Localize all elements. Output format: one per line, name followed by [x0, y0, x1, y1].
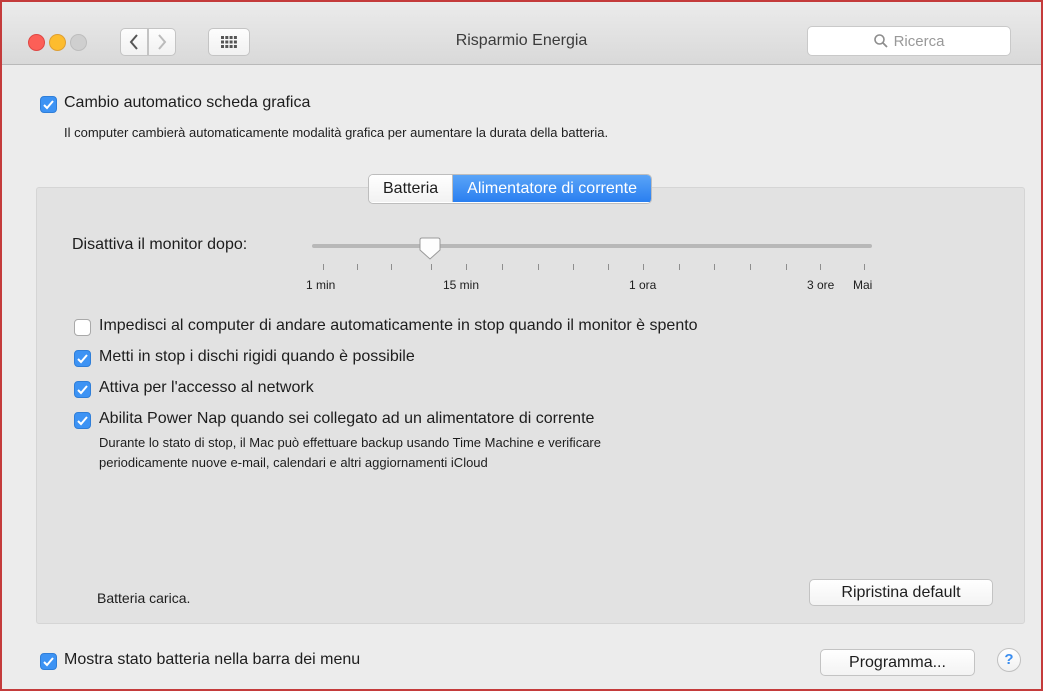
- prevent-sleep-checkbox[interactable]: [74, 319, 91, 336]
- display-sleep-label: Disattiva il monitor dopo:: [72, 236, 248, 253]
- slider-tick: [679, 264, 680, 270]
- checkmark-icon: [43, 656, 54, 666]
- disk-sleep-label: Metti in stop i dischi rigidi quando è p…: [99, 348, 415, 365]
- disk-sleep-checkbox[interactable]: [74, 350, 91, 367]
- tick-label-1ora: 1 ora: [629, 278, 657, 292]
- slider-tick: [502, 264, 503, 270]
- restore-defaults-button[interactable]: Ripristina default: [809, 579, 993, 606]
- tick-label-never: Mai: [853, 278, 873, 292]
- tick-label-15min: 15 min: [443, 278, 480, 292]
- power-nap-checkbox[interactable]: [74, 412, 91, 429]
- slider-tick: [608, 264, 609, 270]
- checkmark-icon: [77, 384, 88, 394]
- checkmark-icon: [77, 415, 88, 425]
- slider-tick: [466, 264, 467, 270]
- show-battery-checkbox[interactable]: [40, 653, 57, 670]
- slider-tick: [864, 264, 865, 270]
- graphics-switching-description: Il computer cambierà automaticamente mod…: [64, 125, 609, 140]
- slider-thumb[interactable]: [419, 237, 441, 261]
- slider-tick: [714, 264, 715, 270]
- power-nap-description-line1: Durante lo stato di stop, il Mac può eff…: [99, 435, 601, 450]
- graphics-switching-label: Cambio automatico scheda grafica: [64, 94, 311, 111]
- display-sleep-slider[interactable]: [312, 244, 872, 248]
- slider-tick: [573, 264, 574, 270]
- title-bar: Risparmio Energia Ricerca: [2, 2, 1041, 65]
- power-nap-description-line2: periodicamente nuove e-mail, calendari e…: [99, 455, 488, 470]
- tick-label-3ore: 3 ore: [807, 278, 835, 292]
- help-button[interactable]: ?: [997, 648, 1021, 672]
- slider-tick: [391, 264, 392, 270]
- checkmark-icon: [43, 99, 54, 109]
- slider-tick: [786, 264, 787, 270]
- slider-tick: [820, 264, 821, 270]
- show-battery-label: Mostra stato batteria nella barra dei me…: [64, 651, 361, 668]
- tab-power-adapter[interactable]: Alimentatore di corrente: [453, 175, 651, 202]
- slider-tick: [643, 264, 644, 270]
- slider-tick: [431, 264, 432, 270]
- wake-network-label: Attiva per l'accesso al network: [99, 379, 314, 396]
- preferences-window: Risparmio Energia Ricerca Cambio automat…: [0, 0, 1043, 691]
- search-icon: [873, 34, 888, 48]
- slider-tick: [750, 264, 751, 270]
- schedule-button[interactable]: Programma...: [820, 649, 975, 676]
- search-field[interactable]: Ricerca: [807, 26, 1011, 56]
- search-placeholder: Ricerca: [893, 32, 945, 50]
- graphics-switching-checkbox[interactable]: [40, 96, 57, 113]
- tick-label-1min: 1 min: [306, 278, 336, 292]
- slider-tick: [323, 264, 324, 270]
- wake-network-checkbox[interactable]: [74, 381, 91, 398]
- slider-tick: [538, 264, 539, 270]
- power-source-tabs: Batteria Alimentatore di corrente: [368, 174, 652, 204]
- checkmark-icon: [77, 353, 88, 363]
- power-nap-label: Abilita Power Nap quando sei collegato a…: [99, 410, 595, 427]
- prevent-sleep-label: Impedisci al computer di andare automati…: [99, 317, 698, 334]
- battery-status-text: Batteria carica.: [97, 590, 191, 606]
- slider-tick: [357, 264, 358, 270]
- tab-battery[interactable]: Batteria: [369, 175, 454, 202]
